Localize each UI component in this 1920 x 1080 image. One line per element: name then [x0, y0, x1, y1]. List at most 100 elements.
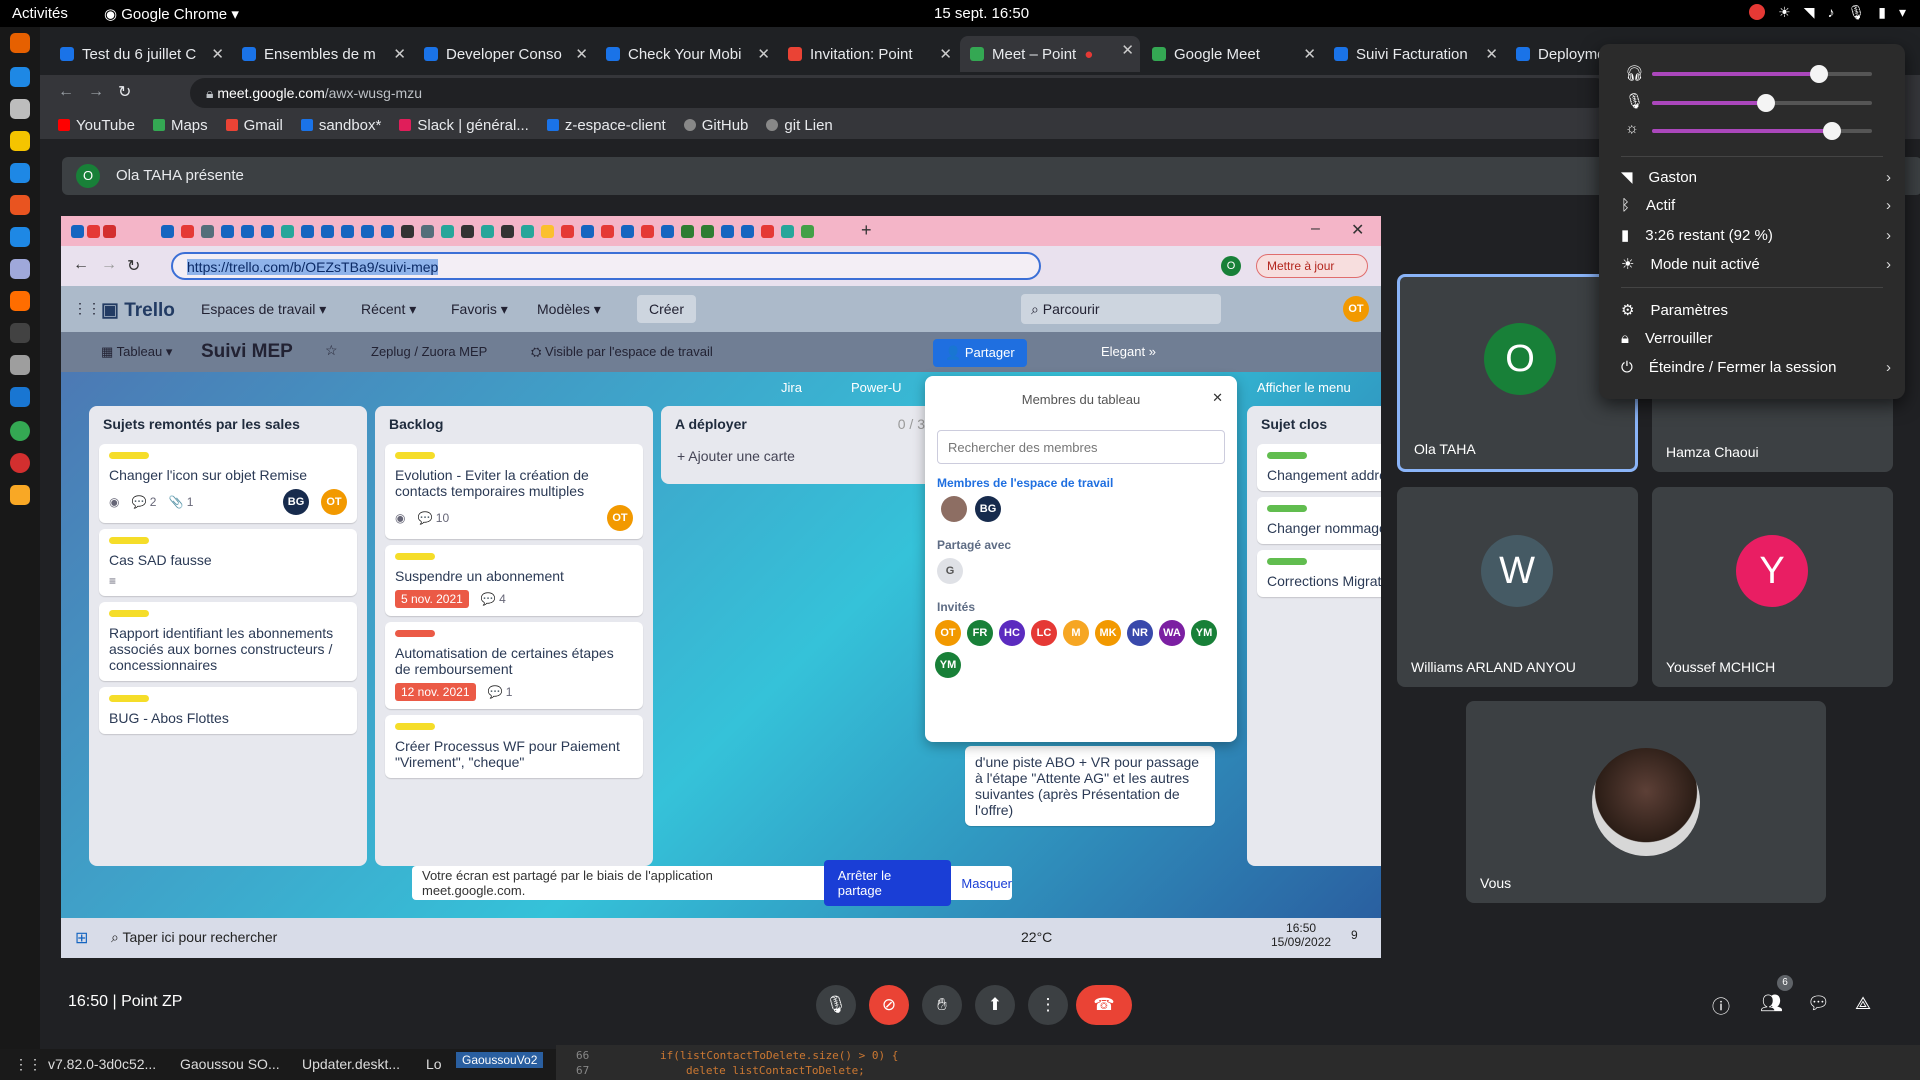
card[interactable]: BUG - Abos Flottes	[99, 687, 357, 734]
close-tab-icon[interactable]: ✕	[393, 45, 406, 63]
archive-icon[interactable]	[10, 485, 30, 505]
task-item[interactable]: Lo	[426, 1056, 442, 1072]
participant-tile[interactable]: Y Youssef MCHICH	[1652, 487, 1893, 687]
trello-search[interactable]: ⌕ Parcourir	[1021, 294, 1221, 324]
apps-grid-icon[interactable]: ⋮⋮	[73, 300, 101, 317]
close-tab-icon[interactable]: ✕	[757, 45, 770, 63]
task-item[interactable]: Gaoussou SO...	[180, 1056, 280, 1072]
member-search-input[interactable]: Rechercher des membres	[937, 430, 1225, 464]
forward-icon[interactable]: →	[101, 256, 117, 274]
participant-tile[interactable]: W Williams ARLAND ANYOU	[1397, 487, 1638, 687]
chat-icon[interactable]: 💬︎	[1807, 993, 1830, 1014]
close-tab-icon[interactable]: ✕	[575, 45, 588, 63]
card[interactable]: Evolution - Eviter la création de contac…	[385, 444, 643, 539]
close-icon[interactable]: ✕	[1212, 390, 1223, 406]
list-title[interactable]: Backlog	[375, 406, 653, 438]
stop-sharing-button[interactable]: Arrêter le partage	[823, 860, 952, 906]
board-visibility[interactable]: ⛭ Visible par l'espace de travail	[531, 344, 713, 360]
windows-start-icon[interactable]: ⊞	[75, 928, 88, 948]
guest-avatar[interactable]: YM	[935, 652, 961, 678]
back-icon[interactable]: ←	[58, 83, 74, 101]
close-tab-icon[interactable]: ✕	[939, 45, 952, 63]
lock-menu-item[interactable]: 🔒︎ Verrouiller	[1621, 330, 1891, 347]
guest-avatar[interactable]: WA	[1159, 620, 1185, 646]
guest-avatar[interactable]: YM	[1191, 620, 1217, 646]
back-icon[interactable]: ←	[73, 256, 89, 274]
camera-off-button[interactable]: ⊘	[869, 985, 909, 1025]
activities-icon[interactable]: ⟁	[1855, 993, 1871, 1014]
bookmark-youtube[interactable]: YouTube	[58, 117, 135, 134]
guest-avatar[interactable]: MK	[1095, 620, 1121, 646]
raise-hand-button[interactable]: ✋︎	[922, 985, 962, 1025]
nav-favorites[interactable]: Favoris ▾	[451, 301, 508, 318]
guest-avatar[interactable]: HC	[999, 620, 1025, 646]
task-item[interactable]: Updater.deskt...	[302, 1056, 400, 1072]
forward-icon[interactable]: →	[88, 83, 104, 101]
system-tray[interactable]: ☀ ◥ ♪ 🎙 ▮ ▾	[1749, 4, 1906, 21]
share-board-button[interactable]: 👤 Partager	[933, 339, 1027, 367]
reload-icon[interactable]: ↻	[127, 256, 140, 276]
nav-recent[interactable]: Récent ▾	[361, 301, 416, 318]
tab-4[interactable]: Check Your Mobi ✕	[596, 40, 776, 68]
night-light-menu-item[interactable]: ☀ Mode nuit activé ›	[1621, 255, 1891, 274]
app-menu[interactable]: ◉ Google Chrome ▾	[104, 5, 239, 23]
bookmark-github[interactable]: GitHub	[683, 117, 748, 134]
microphone-volume-slider[interactable]	[1652, 94, 1872, 112]
tab-meet-active[interactable]: Meet – Point ● ✕	[960, 36, 1140, 72]
taskbar-search[interactable]: ⌕ Taper ici pour rechercher	[111, 929, 277, 946]
card[interactable]: Corrections Migrat	[1257, 550, 1381, 597]
shared-url-bar[interactable]: https://trello.com/b/OEZsTBa9/suivi-mep	[171, 252, 1041, 280]
power-menu-item[interactable]: ⏻ Éteindre / Fermer la session ›	[1621, 359, 1891, 376]
notes-icon[interactable]	[10, 355, 30, 375]
tab-3[interactable]: Developer Conso ✕	[414, 40, 594, 68]
notification-count[interactable]: 9	[1351, 928, 1358, 942]
member-avatar[interactable]	[941, 496, 967, 522]
settings-menu-item[interactable]: ⚙ Paramètres	[1621, 301, 1891, 320]
update-icon[interactable]	[10, 453, 30, 473]
microphone-button[interactable]: 🎙︎	[816, 985, 856, 1025]
battery-menu-item[interactable]: ▮ 3:26 restant (92 %) ›	[1621, 226, 1891, 245]
files-icon[interactable]	[10, 99, 30, 119]
weather[interactable]: 22°C	[1021, 929, 1052, 945]
terminal-icon[interactable]	[10, 323, 30, 343]
update-button[interactable]: Mettre à jour	[1256, 254, 1368, 278]
trello-logo[interactable]: ▣ Trello	[101, 299, 175, 322]
card[interactable]: Changement addre	[1257, 444, 1381, 491]
tab-5[interactable]: Invitation: Point ✕	[778, 40, 958, 68]
create-button[interactable]: Créer	[637, 295, 697, 323]
card[interactable]: Changer nommage	[1257, 497, 1381, 544]
app-grid-icon[interactable]: ⋮⋮	[14, 1056, 42, 1073]
bookmark-slack[interactable]: Slack | général...	[399, 117, 529, 134]
firefox-icon[interactable]	[10, 33, 30, 53]
writer-icon[interactable]	[10, 163, 30, 183]
card[interactable]: Automatisation de certaines étapes de re…	[385, 622, 643, 709]
card[interactable]: Cas SAD fausse ≡	[99, 529, 357, 596]
guest-avatar[interactable]: NR	[1127, 620, 1153, 646]
add-card-button[interactable]: + Ajouter une carte	[661, 438, 939, 474]
bookmark-git-lien[interactable]: git Lien	[766, 117, 833, 134]
rhythmbox-icon[interactable]	[10, 131, 30, 151]
card[interactable]: Changer l'icon sur objet Remise ◉ 💬 2 📎 1 BG…	[99, 444, 357, 523]
minimize-icon[interactable]: –	[1311, 220, 1320, 238]
close-window-icon[interactable]: ✕	[1351, 220, 1364, 240]
member-avatar[interactable]: G	[937, 558, 963, 584]
member-avatar[interactable]: BG	[975, 496, 1001, 522]
activities-button[interactable]: Activités	[12, 5, 68, 22]
guest-avatar[interactable]: LC	[1031, 620, 1057, 646]
guest-avatar[interactable]: M	[1063, 620, 1089, 646]
task-item[interactable]: v7.82.0-3d0c52...	[48, 1056, 156, 1072]
people-icon[interactable]: 👥︎	[1760, 993, 1783, 1014]
hide-notice-button[interactable]: Masquer	[961, 876, 1012, 891]
tab-1[interactable]: Test du 6 juillet C ✕	[50, 40, 230, 68]
close-tab-icon[interactable]: ✕	[1303, 45, 1316, 63]
jira-powerup[interactable]: Jira	[781, 380, 802, 395]
bookmark-espace-client[interactable]: z-espace-client	[546, 117, 666, 134]
present-screen-button[interactable]: ⬆	[975, 985, 1015, 1025]
theme-toggle[interactable]: Elegant »	[1101, 344, 1156, 359]
star-icon[interactable]: ☆	[325, 342, 338, 359]
self-view-tile[interactable]: Vous	[1466, 701, 1826, 903]
card[interactable]: Suspendre un abonnement 5 nov. 2021 💬 4	[385, 545, 643, 616]
bluetooth-menu-item[interactable]: ᛒ Actif ›	[1621, 197, 1891, 214]
help-icon[interactable]	[10, 227, 30, 247]
tab-2[interactable]: Ensembles de m ✕	[232, 40, 412, 68]
